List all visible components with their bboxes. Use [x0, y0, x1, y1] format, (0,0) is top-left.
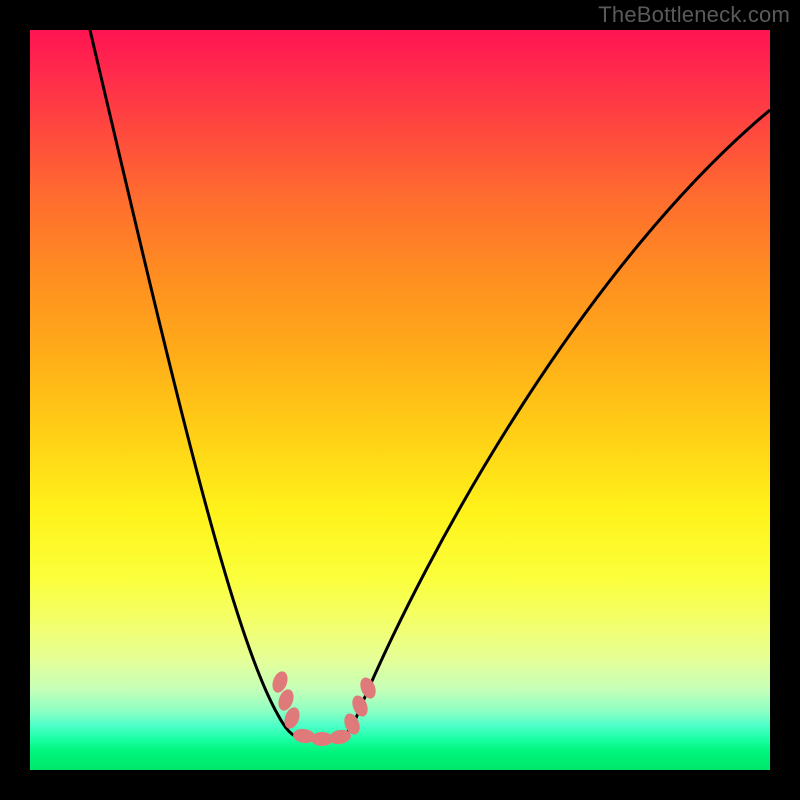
bottleneck-curve — [90, 30, 770, 738]
chart-svg — [30, 30, 770, 770]
watermark-text: TheBottleneck.com — [598, 2, 790, 28]
chart-frame: TheBottleneck.com — [0, 0, 800, 800]
plot-area — [30, 30, 770, 770]
marker-layer — [270, 669, 379, 746]
curve-layer — [90, 30, 770, 738]
